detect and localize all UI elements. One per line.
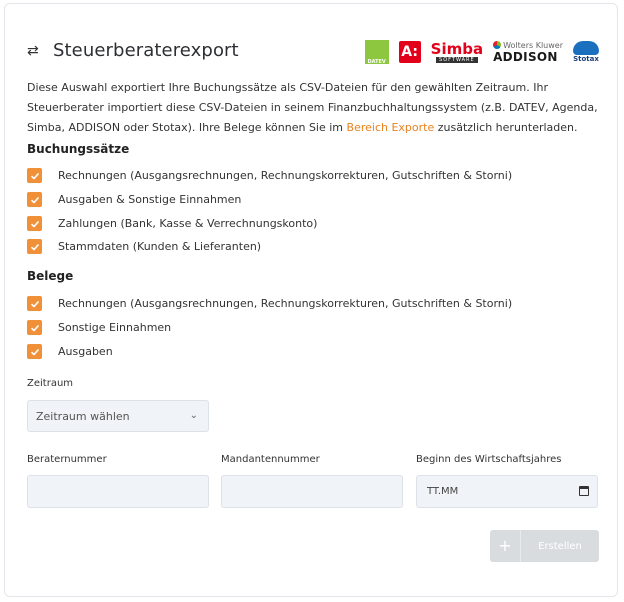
checkbox-row[interactable]: Sonstige Einnahmen <box>27 320 171 335</box>
cloud-icon <box>573 41 599 55</box>
bereich-exporte-link[interactable]: Bereich Exporte <box>347 121 435 134</box>
description: Diese Auswahl exportiert Ihre Buchungssä… <box>27 81 598 134</box>
check-icon <box>30 243 39 251</box>
check-icon <box>30 196 39 204</box>
datev-logo: DATEV <box>364 40 389 65</box>
erstellen-button[interactable]: + Erstellen <box>490 530 599 562</box>
partner-logos: DATEV A: Simba SOFTWARE Wolters Kluwer A… <box>364 39 599 65</box>
calendar-icon[interactable] <box>579 486 589 496</box>
check-icon <box>30 220 39 228</box>
wolters-kluwer-addison-logo: Wolters Kluwer ADDISON <box>493 40 563 64</box>
simba-logo: Simba SOFTWARE <box>430 39 484 63</box>
mandantennummer-input[interactable] <box>221 475 403 508</box>
mandantennummer-label: Mandantennummer <box>221 454 320 465</box>
addison-a-logo: A: <box>398 41 421 63</box>
wirtschaftsjahr-date-input[interactable]: TT.MM <box>416 475 598 508</box>
plus-icon: + <box>490 530 521 562</box>
wk-mark-icon <box>493 41 502 49</box>
check-icon <box>30 324 39 332</box>
check-icon <box>30 300 39 308</box>
zeitraum-select[interactable]: Zeitraum wählen ⌄ <box>27 400 209 432</box>
checkbox-belege-ausgaben[interactable] <box>27 344 42 359</box>
checkbox-row[interactable]: Stammdaten (Kunden & Lieferanten) <box>27 239 261 254</box>
beraternummer-input[interactable] <box>27 475 209 508</box>
checkbox-stammdaten[interactable] <box>27 239 42 254</box>
beraternummer-label: Beraternummer <box>27 454 107 465</box>
checkbox-belege-rechnungen[interactable] <box>27 296 42 311</box>
section-title-belege: Belege <box>27 269 74 283</box>
section-title-buchungssaetze: Buchungssätze <box>27 142 130 156</box>
wirtschaftsjahr-label: Beginn des Wirtschaftsjahres <box>416 454 562 465</box>
checkbox-belege-sonstige[interactable] <box>27 320 42 335</box>
check-icon <box>30 172 39 180</box>
zeitraum-label: Zeitraum <box>27 378 74 389</box>
checkbox-row[interactable]: Ausgaben & Sonstige Einnahmen <box>27 192 241 207</box>
check-icon <box>30 348 39 356</box>
checkbox-row[interactable]: Zahlungen (Bank, Kasse & Verrechnungskon… <box>27 216 317 231</box>
stotax-logo: Stotax <box>573 41 599 63</box>
swap-arrows-icon: ⇄ <box>27 42 39 59</box>
checkbox-row[interactable]: Rechnungen (Ausgangsrechnungen, Rechnung… <box>27 168 512 183</box>
export-card: ⇄ Steuerberaterexport DATEV A: Simba SOF… <box>4 3 618 597</box>
checkbox-ausgaben-sonstige[interactable] <box>27 192 42 207</box>
checkbox-rechnungen[interactable] <box>27 168 42 183</box>
page-title: Steuerberaterexport <box>53 40 239 61</box>
checkbox-row[interactable]: Rechnungen (Ausgangsrechnungen, Rechnung… <box>27 296 512 311</box>
checkbox-row[interactable]: Ausgaben <box>27 344 113 359</box>
chevron-down-icon: ⌄ <box>189 410 198 421</box>
header: ⇄ Steuerberaterexport <box>27 40 239 61</box>
checkbox-zahlungen[interactable] <box>27 216 42 231</box>
